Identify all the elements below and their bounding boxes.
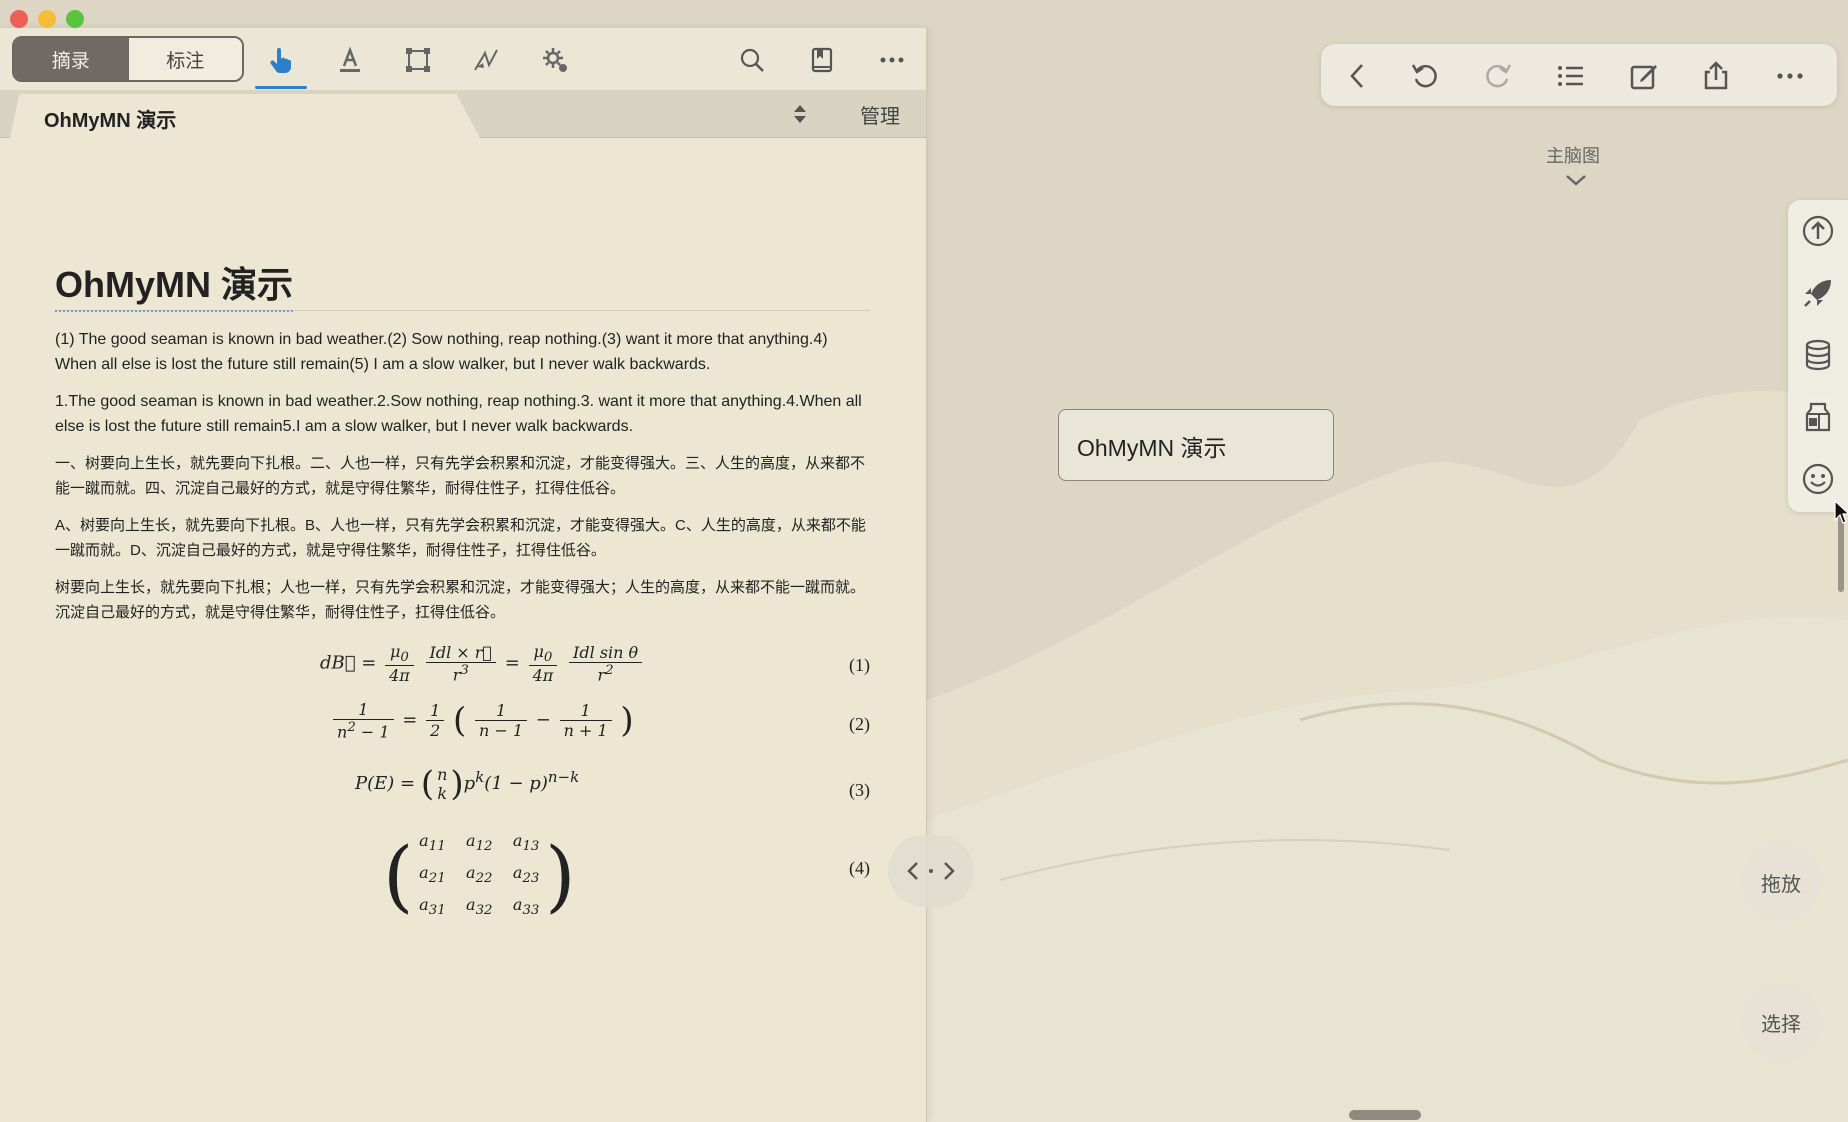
search-button[interactable] [732, 40, 772, 80]
edit-icon [1630, 65, 1657, 90]
database-button[interactable] [1801, 338, 1835, 372]
mindmap-root-label[interactable]: 主脑图 [1546, 142, 1600, 168]
search-icon [740, 48, 764, 72]
smiley-button[interactable] [1801, 462, 1835, 496]
document-pane: 摘录 标注 OhMyMN 演示 管理 OhMyMN 演示 (1) The goo… [0, 28, 927, 1122]
text-highlight-button[interactable] [330, 40, 370, 80]
more-options-button[interactable] [872, 40, 912, 80]
drag-drop-button[interactable]: 拖放 [1742, 843, 1820, 921]
sort-toggle-icon[interactable] [791, 103, 809, 125]
paragraph: 1.The good seaman is known in bad weathe… [55, 393, 862, 435]
equation-block: dB⃗ = μ0 4π Idl × r⃗ r3 = μ0 4π Idl sin θ r2… [55, 628, 870, 948]
text-highlight-icon [340, 46, 360, 72]
equation-partial-fraction: 1 n2 − 1 = 12 ( 1n − 1 − 1n + 1 ) [330, 700, 634, 741]
equation-matrix: ( a11 a12 a13 a21 a22 a23 a31 a32 a33 ) [383, 831, 576, 922]
equation-number: (4) [849, 858, 870, 878]
paragraph: (1) The good seaman is known in bad weat… [55, 331, 828, 373]
mindmap-toolbar [1321, 44, 1837, 106]
settings-gear-icon [543, 48, 567, 72]
mode-segmented-control: 摘录 标注 [12, 36, 244, 82]
outline-list-icon [1558, 66, 1583, 86]
paragraph: A、树要向上生长，就先要向下扎根。B、人也一样，只有先学会积累和沉淀，才能变得强… [55, 517, 866, 559]
chevron-down-icon[interactable] [1564, 172, 1588, 188]
equation-row: P(E) = (n k)pk(1 − p)n−k (3) [55, 760, 870, 816]
excerpt-mode-button[interactable]: 摘录 [14, 38, 128, 80]
edit-button[interactable] [1627, 59, 1661, 93]
document-content: OhMyMN 演示 (1) The good seaman is known i… [55, 138, 870, 637]
minimize-window-button[interactable] [38, 10, 56, 28]
settings-button[interactable] [535, 40, 575, 80]
redo-button[interactable] [1481, 59, 1515, 93]
document-tab-bar: OhMyMN 演示 管理 [0, 90, 926, 138]
equation-biot-savart: dB⃗ = μ0 4π Idl × r⃗ r3 = μ0 4π Idl sin θ r2 [320, 642, 645, 685]
home-indicator-bar [1349, 1110, 1421, 1120]
manage-button[interactable]: 管理 [860, 100, 900, 129]
rocket-button[interactable] [1801, 276, 1835, 310]
hand-pointer-button[interactable] [261, 40, 301, 80]
document-tab[interactable]: OhMyMN 演示 [10, 94, 480, 138]
bookmark-button[interactable] [802, 40, 842, 80]
share-icon [1704, 61, 1728, 90]
equation-number: (3) [849, 780, 870, 800]
back-button[interactable] [1341, 59, 1375, 93]
window-controls [10, 10, 84, 28]
split-arrows-icon [907, 862, 955, 880]
side-action-panel [1788, 200, 1848, 512]
equation-number: (2) [849, 714, 870, 734]
document-title: OhMyMN 演示 [55, 256, 293, 312]
back-icon [1350, 64, 1363, 88]
bookmark-icon [811, 47, 833, 73]
equation-binomial: P(E) = (n k)pk(1 − p)n−k [355, 764, 580, 804]
rocket-icon [1804, 280, 1831, 307]
close-window-button[interactable] [10, 10, 28, 28]
share-button[interactable] [1699, 59, 1733, 93]
active-tool-indicator [255, 86, 307, 89]
milk-box-icon [1805, 402, 1831, 432]
pane-split-handle[interactable] [888, 835, 974, 907]
annotate-mode-button[interactable]: 标注 [127, 38, 242, 80]
drawing-icon [474, 49, 498, 71]
mouse-cursor-icon [1834, 500, 1848, 524]
select-button[interactable]: 选择 [1742, 983, 1820, 1061]
more-icon [880, 57, 904, 63]
milk-box-button[interactable] [1801, 400, 1835, 434]
mindmap-node[interactable]: OhMyMN 演示 [1058, 409, 1334, 481]
drawing-button[interactable] [466, 40, 506, 80]
undo-icon [1411, 64, 1437, 88]
equation-number: (1) [849, 655, 870, 675]
paragraph: 一、树要向上生长，就先要向下扎根。二、人也一样，只有先学会积累和沉淀，才能变得强… [55, 455, 866, 497]
outline-button[interactable] [1554, 59, 1588, 93]
document-toolbar: 摘录 标注 [0, 28, 926, 90]
smiley-icon [1802, 463, 1834, 495]
zoom-window-button[interactable] [66, 10, 84, 28]
rectangle-select-button[interactable] [398, 40, 438, 80]
rectangle-select-icon [406, 48, 430, 72]
equation-row: ( a11 a12 a13 a21 a22 a23 a31 a32 a33 ) … [55, 824, 870, 921]
equation-row: 1 n2 − 1 = 12 ( 1n − 1 − 1n + 1 ) (2) [55, 696, 870, 752]
hand-pointer-icon [270, 48, 292, 73]
upload-icon [1802, 215, 1834, 247]
undo-button[interactable] [1408, 59, 1442, 93]
redo-icon [1486, 64, 1512, 88]
paragraph: 树要向上生长，就先要向下扎根；人也一样，只有先学会积累和沉淀，才能变得强大；人生… [55, 579, 866, 621]
more-icon [1777, 73, 1803, 79]
database-icon [1805, 339, 1831, 371]
equation-row: dB⃗ = μ0 4π Idl × r⃗ r3 = μ0 4π Idl sin θ r2… [55, 638, 870, 694]
upload-button[interactable] [1801, 214, 1835, 248]
more-options-button[interactable] [1773, 59, 1807, 93]
